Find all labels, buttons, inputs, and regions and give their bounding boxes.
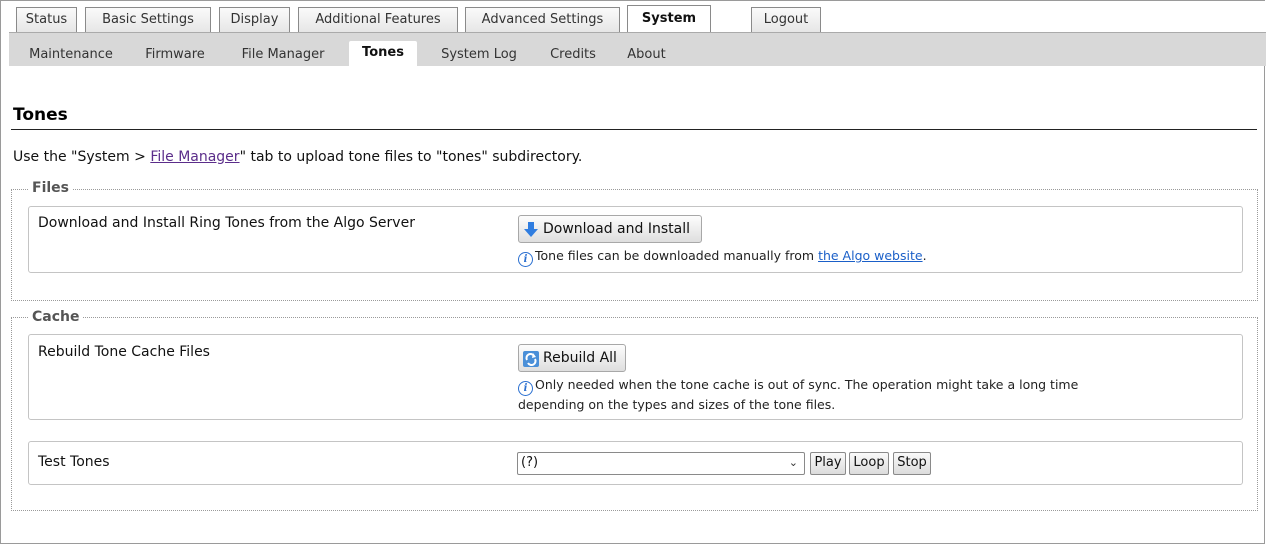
tab-display[interactable]: Display <box>219 7 290 32</box>
rebuild-info-line2: depending on the types and sizes of the … <box>518 397 836 412</box>
rebuild-all-label: Rebuild All <box>543 350 617 366</box>
tone-select[interactable]: (?) ⌄ <box>517 452 805 475</box>
tab-basic-settings[interactable]: Basic Settings <box>85 7 211 32</box>
cache-legend: Cache <box>28 309 84 325</box>
tab-additional-features[interactable]: Additional Features <box>298 7 458 32</box>
rebuild-all-button[interactable]: Rebuild All <box>518 344 626 372</box>
rebuild-info-line1: i Only needed when the tone cache is out … <box>518 376 1218 396</box>
rebuild-row-label: Rebuild Tone Cache Files <box>38 344 210 360</box>
chevron-down-icon: ⌄ <box>788 456 798 469</box>
tab-system[interactable]: System <box>627 5 711 33</box>
download-row-label: Download and Install Ring Tones from the… <box>38 215 415 231</box>
loop-button[interactable]: Loop <box>849 452 889 475</box>
subtab-file-manager[interactable]: File Manager <box>231 43 335 67</box>
page-frame: Status Basic Settings Display Additional… <box>0 0 1266 544</box>
download-info-note: i Tone files can be downloaded manually f… <box>518 247 927 267</box>
play-button[interactable]: Play <box>810 452 846 475</box>
tab-logout[interactable]: Logout <box>751 7 821 32</box>
download-install-button[interactable]: Download and Install <box>518 215 702 243</box>
refresh-icon <box>523 351 539 367</box>
tab-status[interactable]: Status <box>16 7 77 32</box>
rebuild-info-line1-text: Only needed when the tone cache is out o… <box>535 377 1079 392</box>
tab-advanced-settings[interactable]: Advanced Settings <box>465 7 620 32</box>
info-icon: i <box>518 252 533 267</box>
sub-tab-bar: Maintenance Firmware File Manager Tones … <box>9 32 1266 67</box>
files-legend: Files <box>28 180 73 196</box>
intro-suffix: " tab to upload tone files to "tones" su… <box>239 149 583 165</box>
download-arrow-icon <box>524 222 538 237</box>
download-install-label: Download and Install <box>543 221 690 237</box>
subtab-credits[interactable]: Credits <box>542 43 604 67</box>
subtab-tones[interactable]: Tones <box>349 41 417 67</box>
intro-prefix: Use the "System > <box>13 149 151 165</box>
intro-text: Use the "System > File Manager" tab to u… <box>13 149 582 165</box>
rebuild-info-note: i Only needed when the tone cache is out … <box>518 376 1218 414</box>
download-info-text: Tone files can be downloaded manually fr… <box>535 248 819 263</box>
file-manager-link[interactable]: File Manager <box>150 149 239 165</box>
subtab-maintenance[interactable]: Maintenance <box>19 43 123 67</box>
download-info-suffix: . <box>922 248 927 263</box>
main-tab-bar: Status Basic Settings Display Additional… <box>1 1 1266 33</box>
page-title: Tones <box>13 105 68 125</box>
rebuild-row: Rebuild Tone Cache Files Rebuild All i On… <box>28 334 1243 420</box>
tone-select-value: (?) <box>521 455 539 470</box>
stop-button[interactable]: Stop <box>893 452 931 475</box>
subtab-firmware[interactable]: Firmware <box>136 43 214 67</box>
info-icon: i <box>518 381 533 396</box>
algo-website-link[interactable]: the Algo website <box>818 248 923 263</box>
subtab-system-log[interactable]: System Log <box>429 43 529 67</box>
subtab-about[interactable]: About <box>619 43 674 67</box>
test-tones-row: Test Tones (?) ⌄ Play Loop Stop <box>28 441 1243 485</box>
title-divider <box>11 129 1257 130</box>
download-row: Download and Install Ring Tones from the… <box>28 206 1243 273</box>
test-tones-label: Test Tones <box>38 454 110 470</box>
